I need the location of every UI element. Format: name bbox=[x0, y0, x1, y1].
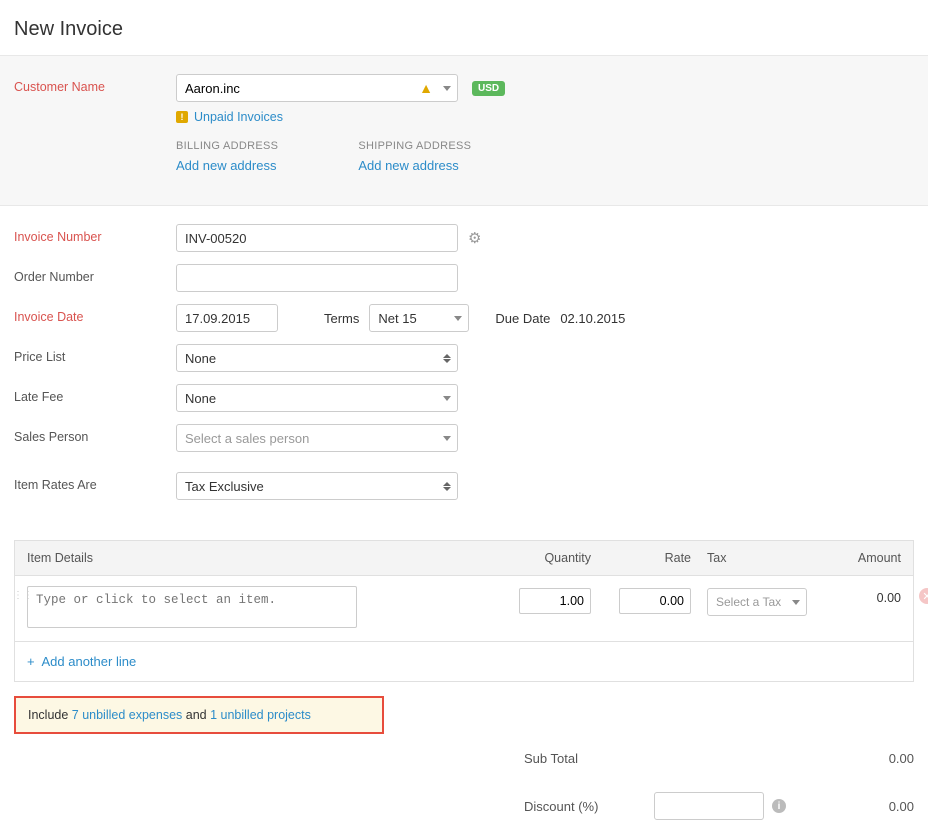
subtotal-value: 0.00 bbox=[844, 751, 914, 766]
discount-input[interactable] bbox=[654, 792, 764, 820]
col-rate-header: Rate bbox=[591, 551, 691, 565]
billing-address-header: BILLING ADDRESS bbox=[176, 140, 278, 152]
totals-section: Sub Total 0.00 Discount (%) i 0.00 bbox=[14, 734, 914, 830]
late-fee-select[interactable]: None bbox=[176, 384, 458, 412]
quantity-input[interactable] bbox=[519, 588, 591, 614]
unpaid-invoices-link[interactable]: Unpaid Invoices bbox=[194, 110, 283, 124]
col-qty-header: Quantity bbox=[491, 551, 591, 565]
updown-icon bbox=[443, 482, 451, 491]
col-item-header: Item Details bbox=[27, 551, 491, 565]
invoice-date-label: Invoice Date bbox=[14, 304, 176, 324]
delete-line-icon[interactable]: ✕ bbox=[919, 588, 928, 604]
chevron-down-icon bbox=[792, 600, 800, 605]
add-shipping-address-link[interactable]: Add new address bbox=[358, 158, 458, 173]
sales-person-label: Sales Person bbox=[14, 424, 176, 444]
col-tax-header: Tax bbox=[691, 551, 811, 565]
table-header: Item Details Quantity Rate Tax Amount bbox=[14, 540, 914, 576]
unbilled-projects-link[interactable]: 1 unbilled projects bbox=[210, 708, 311, 722]
col-amount-header: Amount bbox=[811, 551, 901, 565]
item-rates-label: Item Rates Are bbox=[14, 472, 176, 492]
customer-name-label: Customer Name bbox=[14, 74, 176, 94]
billing-address-block: BILLING ADDRESS Add new address bbox=[176, 140, 278, 173]
rate-input[interactable] bbox=[619, 588, 691, 614]
due-date-value: 02.10.2015 bbox=[560, 311, 625, 326]
alert-icon: ! bbox=[176, 111, 188, 123]
shipping-address-header: SHIPPING ADDRESS bbox=[358, 140, 471, 152]
item-input[interactable] bbox=[27, 586, 357, 628]
customer-section: Customer Name ▲ USD ! Unpaid Invoices bbox=[0, 55, 928, 206]
page-title: New Invoice bbox=[14, 18, 914, 41]
tax-select[interactable]: Select a Tax bbox=[707, 588, 807, 616]
invoice-number-label: Invoice Number bbox=[14, 224, 176, 244]
chevron-down-icon bbox=[443, 436, 451, 441]
include-unbilled-box: Include 7 unbilled expenses and 1 unbill… bbox=[14, 696, 384, 734]
info-icon[interactable]: i bbox=[772, 799, 786, 813]
invoice-date-input[interactable] bbox=[176, 304, 278, 332]
customer-name-select[interactable]: ▲ bbox=[176, 74, 458, 102]
chevron-down-icon bbox=[443, 396, 451, 401]
terms-select[interactable]: Net 15 bbox=[369, 304, 469, 332]
discount-total: 0.00 bbox=[844, 799, 914, 814]
chevron-down-icon bbox=[443, 86, 451, 91]
plus-icon: + bbox=[27, 654, 35, 669]
add-line-button[interactable]: + Add another line bbox=[14, 642, 914, 682]
price-list-label: Price List bbox=[14, 344, 176, 364]
drag-handle-icon[interactable]: ⋮⋮ bbox=[13, 590, 33, 601]
updown-icon bbox=[443, 354, 451, 363]
add-billing-address-link[interactable]: Add new address bbox=[176, 158, 276, 173]
line-items-table: Item Details Quantity Rate Tax Amount ⋮⋮… bbox=[14, 540, 914, 682]
discount-label: Discount (%) bbox=[524, 799, 654, 814]
terms-label: Terms bbox=[324, 311, 359, 326]
price-list-select[interactable]: None bbox=[176, 344, 458, 372]
chevron-down-icon bbox=[454, 316, 462, 321]
currency-badge: USD bbox=[472, 81, 505, 96]
invoice-fields-section: Invoice Number ⚙ Order Number Invoice Da… bbox=[0, 206, 928, 522]
sales-person-select[interactable]: Select a sales person bbox=[176, 424, 458, 452]
warning-icon: ▲ bbox=[419, 80, 433, 96]
unbilled-expenses-link[interactable]: 7 unbilled expenses bbox=[72, 708, 183, 722]
late-fee-label: Late Fee bbox=[14, 384, 176, 404]
gear-icon[interactable]: ⚙ bbox=[468, 229, 481, 247]
line-amount: 0.00 bbox=[811, 586, 901, 605]
customer-name-input[interactable] bbox=[185, 81, 419, 96]
order-number-input[interactable] bbox=[176, 264, 458, 292]
subtotal-label: Sub Total bbox=[524, 751, 654, 766]
shipping-address-block: SHIPPING ADDRESS Add new address bbox=[358, 140, 471, 173]
page-header: New Invoice bbox=[0, 0, 928, 55]
order-number-label: Order Number bbox=[14, 264, 176, 284]
table-row: ⋮⋮ Select a Tax 0.00 ✕ bbox=[14, 576, 914, 642]
invoice-number-input[interactable] bbox=[176, 224, 458, 252]
item-rates-select[interactable]: Tax Exclusive bbox=[176, 472, 458, 500]
due-date-label: Due Date bbox=[495, 311, 550, 326]
